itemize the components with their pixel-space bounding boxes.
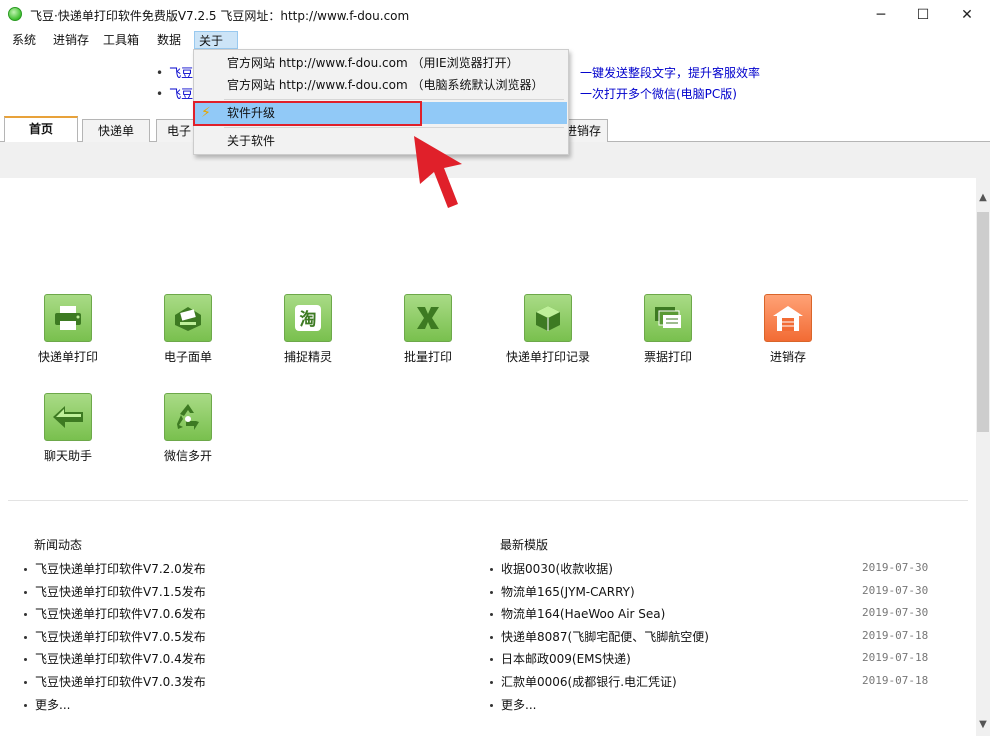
title-bar: 飞豆·快递单打印软件免费版V7.2.5 飞豆网址：http://www.f-do… xyxy=(0,0,990,30)
ad-link-2-left[interactable]: 飞豆 xyxy=(169,87,193,101)
menu-system[interactable]: 系统 xyxy=(8,31,40,49)
menu-about-software[interactable]: 关于软件 xyxy=(195,130,567,152)
close-button[interactable]: ✕ xyxy=(944,0,990,30)
tile-label: 微信多开 xyxy=(163,449,212,463)
tile-label: 票据打印 xyxy=(643,350,692,364)
template-item[interactable]: 物流单164(HaeWoo Air Sea) xyxy=(490,605,665,622)
template-date: 2019-07-30 xyxy=(862,584,929,597)
templates-more-link[interactable]: 更多... xyxy=(490,696,536,713)
excel-icon xyxy=(404,294,452,342)
tab-home[interactable]: 首页 xyxy=(4,116,78,143)
tile-bill-print[interactable]: 票据打印 xyxy=(618,294,718,365)
maximize-button[interactable]: ☐ xyxy=(900,0,946,30)
bills-icon xyxy=(644,294,692,342)
news-item[interactable]: 飞豆快递单打印软件V7.2.0发布 xyxy=(24,560,206,577)
template-date: 2019-07-18 xyxy=(862,674,929,687)
tile-label: 聊天助手 xyxy=(43,449,92,463)
window-title: 飞豆·快递单打印软件免费版V7.2.5 飞豆网址：http://www.f-do… xyxy=(30,9,410,23)
templates-title: 最新模版 xyxy=(500,538,549,552)
menu-inventory[interactable]: 进销存 xyxy=(49,31,93,49)
ad-link-2-right[interactable]: 一次打开多个微信(电脑PC版) xyxy=(580,85,737,102)
menu-separator xyxy=(224,99,564,100)
app-icon xyxy=(8,7,22,21)
tile-label: 批量打印 xyxy=(403,350,452,364)
vertical-scrollbar[interactable]: ▲ ▼ xyxy=(976,178,990,736)
annotation-arrow-icon xyxy=(414,136,462,208)
label-printer-icon xyxy=(164,294,212,342)
home-panel: 快递单打印 电子面单 淘 捕捉精灵 批量打印 快递单打印记录 票据打印 进销存 xyxy=(0,178,976,736)
tile-wechat-multi[interactable]: 微信多开 xyxy=(138,393,238,464)
menu-about[interactable]: 关于 xyxy=(194,31,238,49)
tile-label: 进销存 xyxy=(769,350,806,364)
recycle-icon xyxy=(164,393,212,441)
tile-print-records[interactable]: 快递单打印记录 xyxy=(498,294,598,365)
warehouse-icon xyxy=(764,294,812,342)
tile-capture-sprite[interactable]: 淘 捕捉精灵 xyxy=(258,294,358,365)
printer-icon xyxy=(44,294,92,342)
tile-label: 快递单打印记录 xyxy=(505,350,590,364)
news-title: 新闻动态 xyxy=(34,538,83,552)
news-item[interactable]: 飞豆快递单打印软件V7.0.3发布 xyxy=(24,673,206,690)
menu-toolbox[interactable]: 工具箱 xyxy=(99,31,143,49)
tile-electronic-waybill[interactable]: 电子面单 xyxy=(138,294,238,365)
scroll-thumb[interactable] xyxy=(977,212,989,432)
tile-chat-assistant[interactable]: 聊天助手 xyxy=(18,393,118,464)
template-item[interactable]: 物流单165(JYM-CARRY) xyxy=(490,583,635,600)
menu-bar: 系统 进销存 工具箱 数据 关于 xyxy=(0,30,990,50)
news-item[interactable]: 飞豆快递单打印软件V7.0.4发布 xyxy=(24,650,206,667)
news-item[interactable]: 飞豆快递单打印软件V7.1.5发布 xyxy=(24,583,206,600)
scroll-up-icon[interactable]: ▲ xyxy=(976,192,990,209)
arrow-left-icon xyxy=(44,393,92,441)
template-item[interactable]: 汇款单0006(成都银行.电汇凭证) xyxy=(490,673,677,690)
news-item[interactable]: 飞豆快递单打印软件V7.0.6发布 xyxy=(24,605,206,622)
minimize-button[interactable]: ─ xyxy=(858,0,904,30)
template-item[interactable]: 日本邮政009(EMS快递) xyxy=(490,650,631,667)
menu-official-site-default[interactable]: 官方网站 http://www.f-dou.com （电脑系统默认浏览器） xyxy=(195,74,567,96)
menu-official-site-ie[interactable]: 官方网站 http://www.f-dou.com （用IE浏览器打开） xyxy=(195,52,567,74)
tile-batch-print[interactable]: 批量打印 xyxy=(378,294,478,365)
ad-link-1-left[interactable]: 飞豆 xyxy=(169,66,193,80)
divider xyxy=(8,500,968,501)
news-item[interactable]: 飞豆快递单打印软件V7.0.5发布 xyxy=(24,628,206,645)
svg-text:淘: 淘 xyxy=(300,309,317,330)
template-date: 2019-07-18 xyxy=(862,629,929,642)
menu-data[interactable]: 数据 xyxy=(153,31,185,49)
tile-label: 捕捉精灵 xyxy=(283,350,332,364)
template-date: 2019-07-30 xyxy=(862,606,929,619)
ad-link-1-right[interactable]: 一键发送整段文字，提升客服效率 xyxy=(580,64,760,81)
tile-inventory[interactable]: 进销存 xyxy=(738,294,838,365)
news-more-link[interactable]: 更多... xyxy=(24,696,70,713)
tile-express-print[interactable]: 快递单打印 xyxy=(18,294,118,365)
template-date: 2019-07-18 xyxy=(862,651,929,664)
package-box-icon xyxy=(524,294,572,342)
menu-separator xyxy=(224,127,564,128)
template-item[interactable]: 快递单8087(飞脚宅配便、飞脚航空便) xyxy=(490,628,709,645)
template-item[interactable]: 收据0030(收款收据) xyxy=(490,560,613,577)
tile-label: 电子面单 xyxy=(163,350,212,364)
highlight-box xyxy=(193,101,422,126)
taobao-icon: 淘 xyxy=(284,294,332,342)
tab-express[interactable]: 快递单 xyxy=(82,119,150,142)
tile-label: 快递单打印 xyxy=(37,350,98,364)
scroll-down-icon[interactable]: ▼ xyxy=(976,719,990,736)
template-date: 2019-07-30 xyxy=(862,561,929,574)
